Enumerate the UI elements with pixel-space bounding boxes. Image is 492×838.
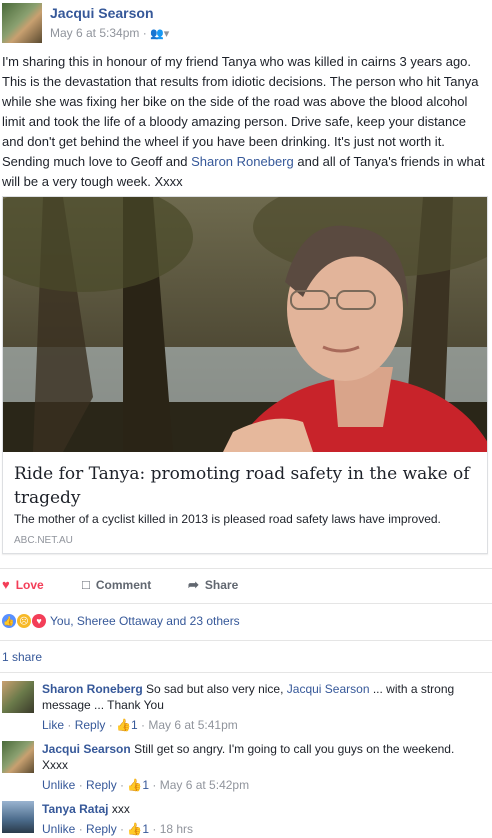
- post-meta: May 6 at 5:34pm · 👥▾: [50, 26, 169, 40]
- thumbs-up-icon: 👍: [127, 778, 143, 792]
- comment-time[interactable]: May 6 at 5:42pm: [160, 778, 249, 792]
- post-timestamp[interactable]: May 6 at 5:34pm: [50, 26, 139, 40]
- comment-actions: Like · Reply · 👍1 · May 6 at 5:41pm: [42, 718, 238, 732]
- sad-reaction-icon: ☹: [17, 614, 31, 628]
- comment-like-link[interactable]: Like: [42, 718, 64, 732]
- commenter-name[interactable]: Jacqui Searson: [42, 742, 131, 756]
- like-reaction-icon: 👍: [2, 614, 16, 628]
- reactions-summary-text[interactable]: You, Sheree Ottaway and 23 others: [50, 614, 240, 628]
- comment-reply-link[interactable]: Reply: [86, 822, 117, 836]
- divider: [0, 640, 492, 641]
- thumbs-up-icon: 👍: [116, 718, 131, 732]
- comment-reply-link[interactable]: Reply: [86, 778, 117, 792]
- comment-actions: Unlike · Reply · 👍1 · May 6 at 5:42pm: [42, 778, 250, 792]
- divider: [0, 568, 492, 569]
- comment-actions: Unlike · Reply · 👍1 · 18 hrs: [42, 822, 194, 836]
- comment-button[interactable]: □ Comment: [82, 577, 151, 592]
- comment-like-count[interactable]: 1: [131, 718, 138, 732]
- comment-unlike-link[interactable]: Unlike: [42, 778, 75, 792]
- reactions-summary[interactable]: 👍 ☹ ♥ You, Sheree Ottaway and 23 others: [2, 612, 240, 630]
- link-preview-card[interactable]: Ride for Tanya: promoting road safety in…: [2, 196, 488, 554]
- comment-mention-link[interactable]: Jacqui Searson: [287, 682, 370, 696]
- comment-body: Sharon Roneberg So sad but also very nic…: [42, 681, 482, 733]
- comment-like-count[interactable]: 1: [142, 822, 149, 836]
- link-preview-title[interactable]: Ride for Tanya: promoting road safety in…: [14, 462, 474, 510]
- post-author-name[interactable]: Jacqui Searson: [50, 5, 154, 21]
- link-preview-source: ABC.NET.AU: [14, 535, 73, 546]
- share-arrow-icon: ➦: [188, 577, 199, 592]
- divider: [0, 672, 492, 673]
- comment-unlike-link[interactable]: Unlike: [42, 822, 75, 836]
- commenter-name[interactable]: Sharon Roneberg: [42, 682, 143, 696]
- comment-text: xxx: [111, 802, 130, 816]
- post-mention-link[interactable]: Sharon Roneberg: [191, 154, 294, 169]
- share-label: Share: [204, 578, 239, 592]
- link-preview-image[interactable]: [3, 197, 487, 452]
- comment-time[interactable]: 18 hrs: [160, 822, 193, 836]
- commenter-name[interactable]: Tanya Rataj: [42, 802, 108, 816]
- post-action-bar: ♥ Love □ Comment ➦ Share: [0, 572, 492, 598]
- love-button[interactable]: ♥ Love: [2, 577, 44, 592]
- author-avatar[interactable]: [2, 3, 42, 43]
- commenter-avatar[interactable]: [2, 801, 34, 833]
- comment-label: Comment: [95, 577, 152, 592]
- comment-like-count[interactable]: 1: [142, 778, 149, 792]
- post-header: Jacqui Searson May 6 at 5:34pm · 👥▾: [0, 0, 492, 48]
- comment-time[interactable]: May 6 at 5:41pm: [148, 718, 237, 732]
- shares-count[interactable]: 1 share: [2, 650, 42, 664]
- love-reaction-icon: ♥: [32, 614, 46, 628]
- link-preview-description: The mother of a cyclist killed in 2013 i…: [14, 512, 441, 526]
- post-body: I'm sharing this in honour of my friend …: [2, 52, 488, 192]
- comment-icon: □: [82, 577, 90, 592]
- share-button[interactable]: ➦ Share: [188, 577, 238, 593]
- meta-separator: ·: [142, 26, 147, 40]
- commenter-avatar[interactable]: [2, 741, 34, 773]
- divider: [0, 603, 492, 604]
- comment-body: Jacqui Searson Still get so angry. I'm g…: [42, 741, 482, 793]
- comment-text: So sad but also very nice,: [146, 682, 287, 696]
- heart-icon: ♥: [2, 577, 10, 592]
- comment-reply-link[interactable]: Reply: [75, 718, 106, 732]
- commenter-avatar[interactable]: [2, 681, 34, 713]
- thumbs-up-icon: 👍: [127, 822, 143, 836]
- love-label: Love: [15, 577, 44, 592]
- comment-body: Tanya Rataj xxx Unlike · Reply · 👍1 · 18…: [42, 801, 482, 837]
- post-text-part1: I'm sharing this in honour of my friend …: [2, 54, 479, 169]
- friends-audience-icon[interactable]: 👥▾: [150, 28, 169, 40]
